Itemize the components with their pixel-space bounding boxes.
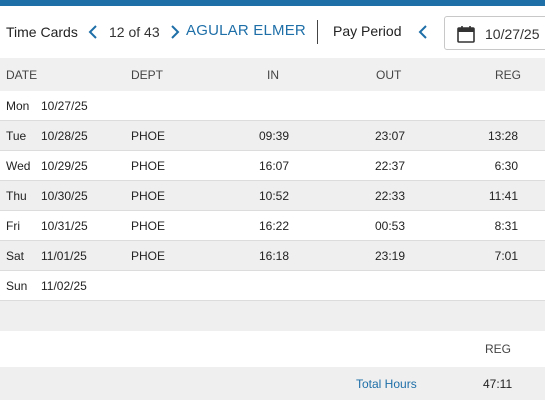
totals-header: REG (0, 331, 545, 367)
row-reg: 13:28 (487, 129, 518, 143)
row-reg: 6:30 (494, 159, 518, 173)
row-date: 10/27/25 (41, 99, 88, 113)
row-in: 09:39 (259, 129, 290, 143)
col-header-in[interactable]: IN (267, 68, 279, 82)
row-day: Mon (6, 99, 30, 113)
chevron-left-icon[interactable] (86, 23, 100, 41)
row-dept: PHOE (131, 249, 166, 263)
col-header-date[interactable]: DATE (6, 68, 37, 82)
row-out: 22:33 (375, 189, 406, 203)
total-hours-label: Total Hours (356, 377, 417, 391)
pay-period-date-picker[interactable]: 10/27/25 (444, 16, 545, 50)
row-day: Fri (6, 219, 20, 233)
row-day: Wed (6, 159, 31, 173)
col-header-dept[interactable]: DEPT (131, 68, 163, 82)
row-day: Tue (6, 129, 27, 143)
header-bar: Time Cards 12 of 43 AGULAR ELMER Pay Per… (0, 6, 545, 58)
table-row[interactable]: Tue 10/28/25 PHOE 09:39 23:07 13:28 (0, 121, 545, 151)
row-date: 11/02/25 (41, 279, 87, 293)
row-date: 10/29/25 (41, 159, 88, 173)
row-day: Thu (6, 189, 27, 203)
table-row[interactable]: Sat 11/01/25 PHOE 16:18 23:19 7:01 (0, 241, 545, 271)
pay-period-prev-icon[interactable] (416, 23, 430, 41)
table-footer-spacer (0, 301, 545, 331)
row-dept: PHOE (131, 219, 166, 233)
col-header-reg[interactable]: REG (495, 68, 521, 82)
table-row[interactable]: Thu 10/30/25 PHOE 10:52 22:33 11:41 (0, 181, 545, 211)
row-out: 22:37 (375, 159, 406, 173)
row-in: 16:22 (259, 219, 290, 233)
row-day: Sun (6, 279, 28, 293)
row-date: 11/01/25 (41, 249, 87, 263)
row-day: Sat (6, 249, 25, 263)
record-counter: 12 of 43 (109, 24, 160, 40)
col-header-out[interactable]: OUT (376, 68, 401, 82)
table-row[interactable]: Fri 10/31/25 PHOE 16:22 00:53 8:31 (0, 211, 545, 241)
totals-row: Total Hours 47:11 (0, 367, 545, 400)
total-hours-value: 47:11 (483, 377, 513, 391)
row-out: 23:07 (375, 129, 406, 143)
pay-period-label: Pay Period (333, 23, 402, 39)
row-reg: 8:31 (494, 219, 518, 233)
employee-name[interactable]: AGULAR ELMER (186, 22, 306, 39)
row-in: 10:52 (259, 189, 290, 203)
header-divider (317, 20, 318, 44)
row-date: 10/31/25 (41, 219, 88, 233)
totals-col-header-reg: REG (485, 342, 512, 356)
page-title: Time Cards (6, 24, 78, 40)
table-row[interactable]: Mon 10/27/25 (0, 91, 545, 121)
row-dept: PHOE (131, 129, 166, 143)
chevron-right-icon[interactable] (168, 23, 182, 41)
row-reg: 11:41 (488, 189, 518, 203)
calendar-icon[interactable] (456, 25, 476, 43)
table-row[interactable]: Wed 10/29/25 PHOE 16:07 22:37 6:30 (0, 151, 545, 181)
row-out: 23:19 (375, 249, 406, 263)
pay-period-date: 10/27/25 (485, 26, 540, 42)
row-in: 16:07 (259, 159, 290, 173)
row-out: 00:53 (375, 219, 406, 233)
row-reg: 7:01 (494, 249, 518, 263)
table-row[interactable]: Sun 11/02/25 (0, 271, 545, 301)
row-in: 16:18 (259, 249, 290, 263)
row-dept: PHOE (131, 189, 166, 203)
row-dept: PHOE (131, 159, 166, 173)
row-date: 10/28/25 (41, 129, 88, 143)
table-header: DATE DEPT IN OUT REG (0, 58, 545, 91)
row-date: 10/30/25 (41, 189, 88, 203)
